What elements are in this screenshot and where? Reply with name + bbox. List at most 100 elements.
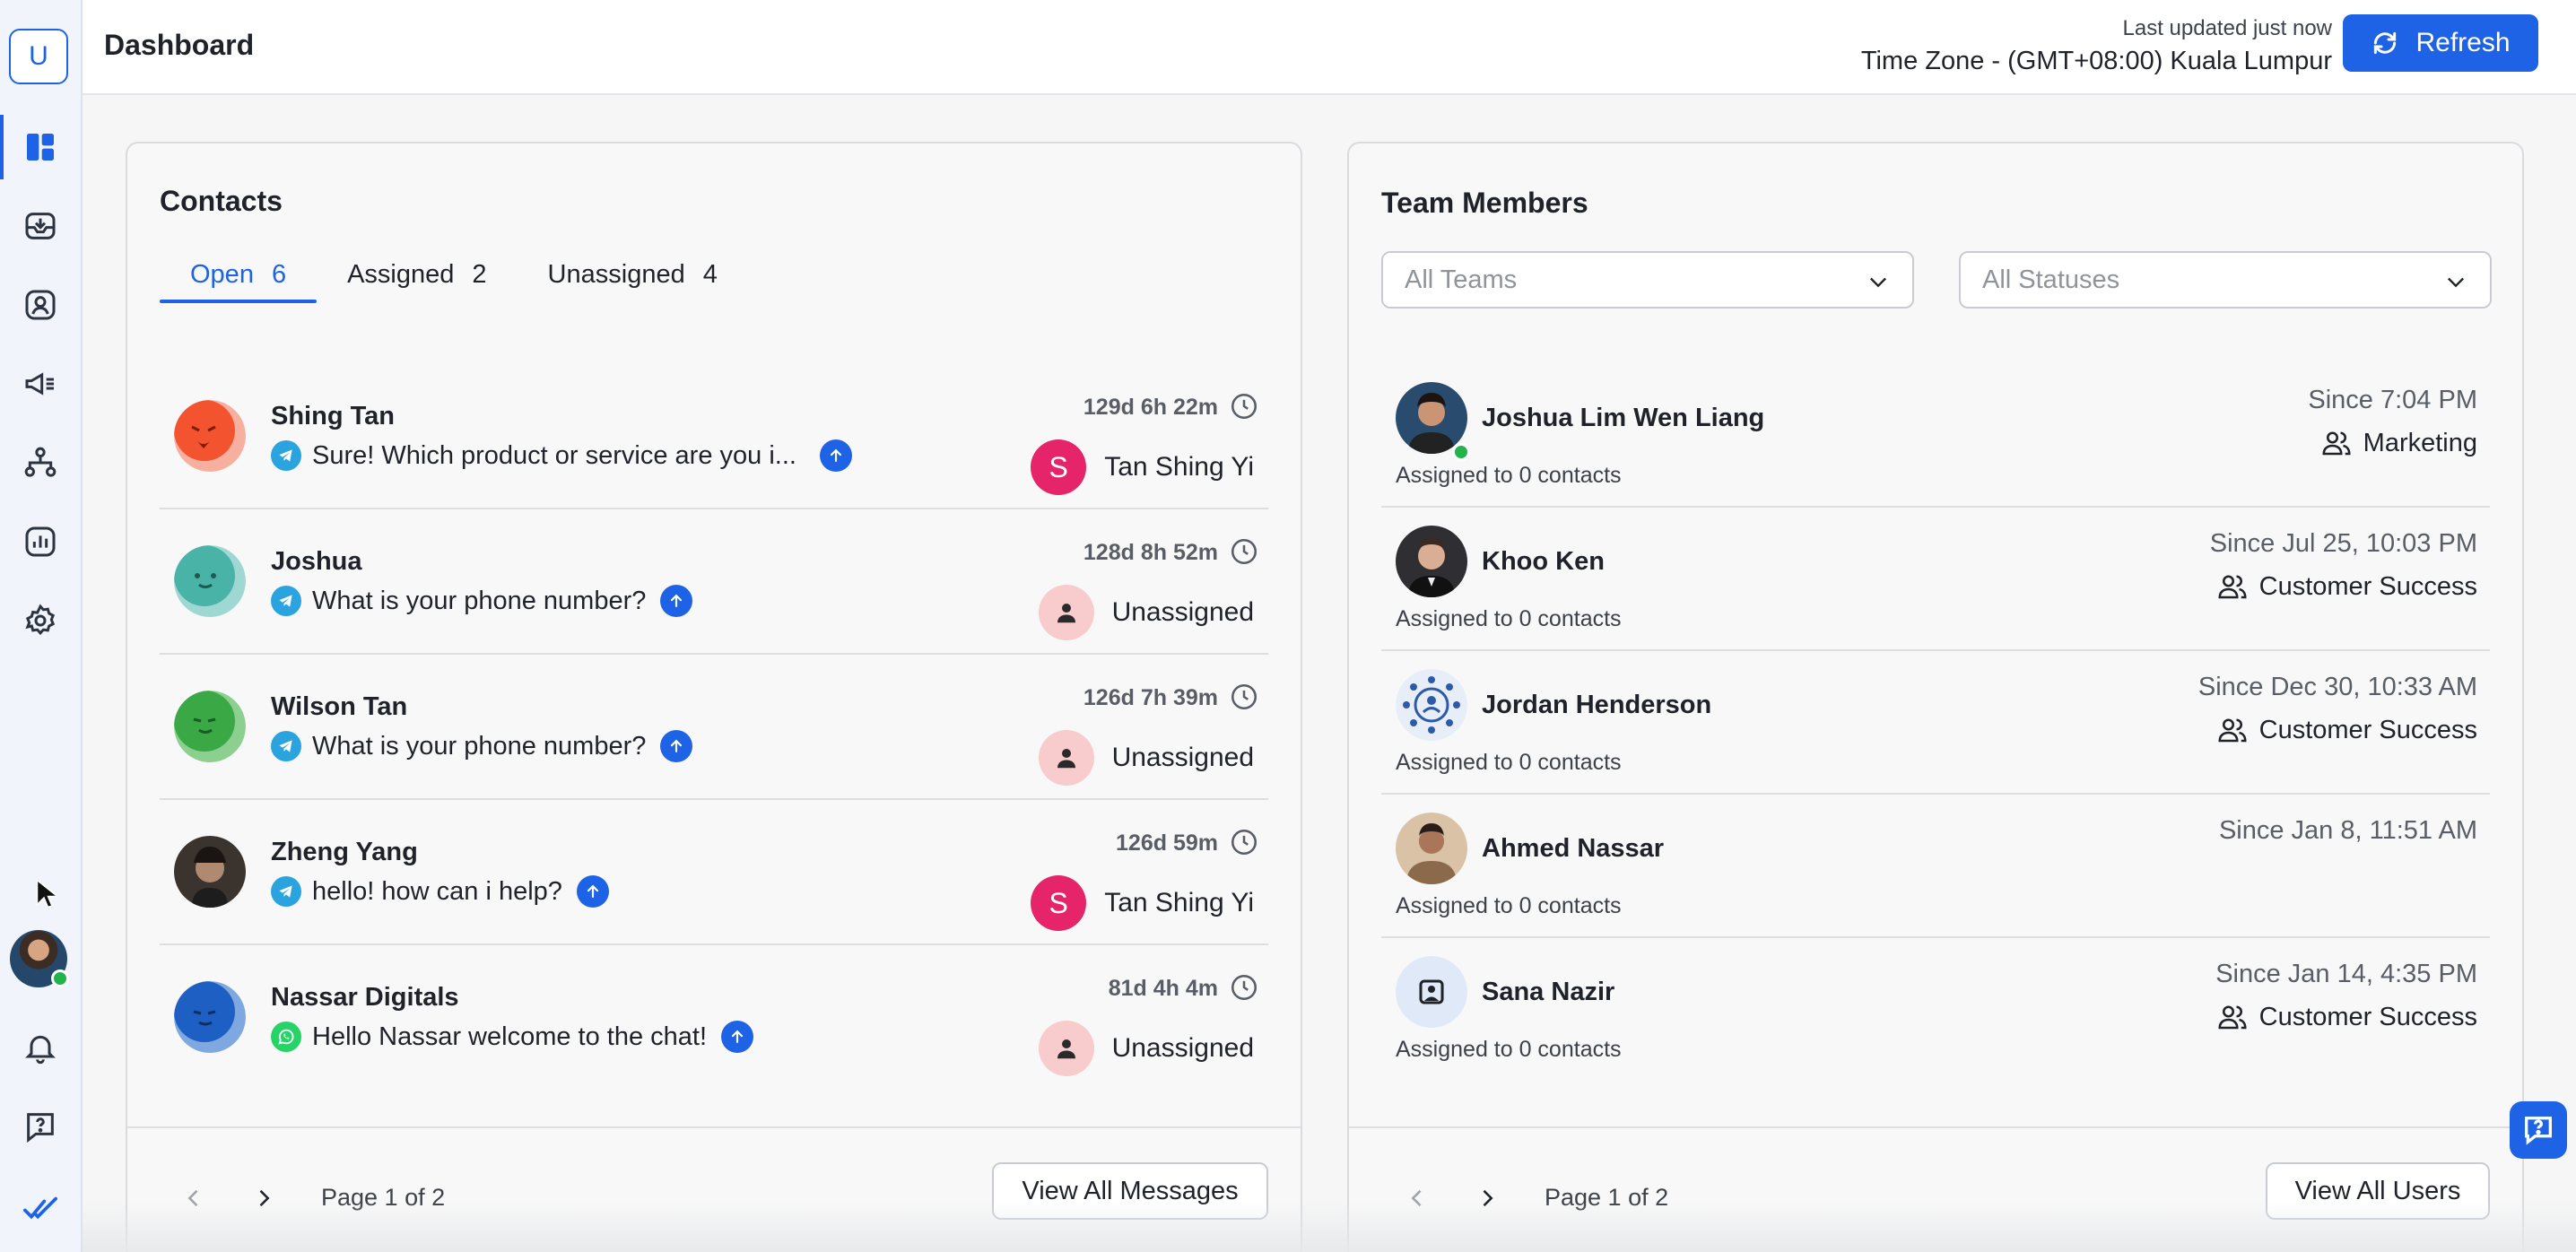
sidebar: U <box>0 0 83 1252</box>
chevron-down-icon <box>2448 277 2464 288</box>
clock-icon <box>1231 829 1258 856</box>
status-filter-value: All Statuses <box>1982 265 2120 294</box>
outgoing-arrow-icon <box>819 439 852 472</box>
team-members-card: Team Members All Teams All Statuses Josh… <box>1347 142 2524 1252</box>
tab-open-label: Open <box>190 260 254 289</box>
sidebar-item-workflows[interactable] <box>0 427 81 499</box>
reports-icon <box>25 526 56 557</box>
contact-assignee[interactable]: S Tan Shing Yi <box>1031 875 1254 931</box>
team-member-row[interactable]: Ahmed Nassar Assigned to 0 contacts Sinc… <box>1381 795 2490 938</box>
member-online-since: Since Jan 8, 11:51 AM <box>2218 816 2477 845</box>
sidebar-item-notifications[interactable] <box>0 1012 81 1083</box>
chevron-left-icon <box>187 1189 198 1207</box>
sidebar-item-help[interactable] <box>0 1091 81 1162</box>
sidebar-item-contacts[interactable] <box>0 269 81 341</box>
member-online-since: Since Dec 30, 10:33 AM <box>2197 673 2477 701</box>
contact-assignee[interactable]: S Tan Shing Yi <box>1031 439 1254 495</box>
assignee-name: Tan Shing Yi <box>1104 452 1254 482</box>
contact-assignee[interactable]: Unassigned <box>1038 730 1254 786</box>
online-status-dot <box>1452 443 1470 461</box>
online-status-dot <box>51 969 69 987</box>
member-team: Customer Success <box>2216 1001 2477 1033</box>
help-icon <box>27 1113 54 1143</box>
mouse-cursor-icon <box>36 879 57 909</box>
view-all-users-button[interactable]: View All Users <box>2266 1162 2490 1220</box>
team-filter-value: All Teams <box>1405 265 1518 294</box>
status-filter-select[interactable]: All Statuses <box>1959 251 2492 309</box>
sidebar-item-broadcast[interactable] <box>0 348 81 420</box>
sidebar-item-reports[interactable] <box>0 506 81 578</box>
contact-assignee[interactable]: Unassigned <box>1038 585 1254 640</box>
team-filter-select[interactable]: All Teams <box>1381 251 1914 309</box>
member-online-since: Since 7:04 PM <box>2308 386 2477 414</box>
sidebar-item-dashboard[interactable] <box>0 111 81 183</box>
contact-wait-time: 129d 6h 22m <box>1083 395 1218 420</box>
refresh-button[interactable]: Refresh <box>2343 14 2538 72</box>
contact-row[interactable]: Shing Tan Sure! Which product or service… <box>160 364 1268 509</box>
contact-assignee[interactable]: Unassigned <box>1038 1021 1254 1076</box>
unassigned-user-icon <box>1038 585 1094 640</box>
member-online-since: Since Jul 25, 10:03 PM <box>2209 529 2477 558</box>
member-name: Joshua Lim Wen Liang <box>1482 404 1765 432</box>
assignee-name: Unassigned <box>1111 743 1254 772</box>
contacts-title: Contacts <box>160 185 283 217</box>
team-member-row[interactable]: Joshua Lim Wen Liang Assigned to 0 conta… <box>1381 364 2490 508</box>
team-member-row[interactable]: Sana Nazir Assigned to 0 contacts Since … <box>1381 938 2490 1082</box>
workflow-icon <box>24 447 57 477</box>
team-icon <box>2322 431 2351 456</box>
outgoing-arrow-icon <box>576 875 609 908</box>
prev-page-button[interactable] <box>176 1180 212 1216</box>
contact-row[interactable]: Nassar Digitals Hello Nassar welcome to … <box>160 945 1268 1091</box>
prev-page-button[interactable] <box>1399 1180 1435 1216</box>
sidebar-item-settings[interactable] <box>0 585 81 656</box>
tab-unassigned[interactable]: Unassigned 4 <box>518 260 748 303</box>
member-name: Sana Nazir <box>1482 978 1615 1006</box>
member-assigned-count: Assigned to 0 contacts <box>1396 750 1622 775</box>
member-team: Customer Success <box>2216 714 2477 746</box>
help-chat-button[interactable] <box>2510 1101 2567 1159</box>
contact-avatar <box>174 981 246 1053</box>
contacts-card: Contacts Open 6 Assigned 2 Unassigned 4 Shi… <box>126 142 1302 1252</box>
contact-row[interactable]: Wilson Tan What is your phone number? 12… <box>160 655 1268 800</box>
team-member-row[interactable]: Khoo Ken Assigned to 0 contacts Since Ju… <box>1381 508 2490 651</box>
contact-wait-time: 81d 4h 4m <box>1108 976 1218 1001</box>
clock-icon <box>1231 974 1258 1001</box>
contact-name: Nassar Digitals <box>271 983 459 1012</box>
tab-assigned[interactable]: Assigned 2 <box>317 260 517 303</box>
page-title: Dashboard <box>104 29 255 61</box>
member-avatar <box>1396 813 1467 884</box>
contact-avatar <box>174 691 246 762</box>
tab-open-count: 6 <box>271 260 287 289</box>
brand-link[interactable] <box>0 1173 81 1245</box>
tab-assigned-count: 2 <box>472 260 487 289</box>
next-page-button[interactable] <box>1469 1180 1505 1216</box>
view-all-messages-button[interactable]: View All Messages <box>992 1162 1268 1220</box>
team-member-row[interactable]: Jordan Henderson Assigned to 0 contacts … <box>1381 651 2490 795</box>
outgoing-arrow-icon <box>660 585 693 617</box>
sidebar-item-inbox[interactable] <box>0 190 81 262</box>
contact-row[interactable]: Zheng Yang hello! how can i help? 126d 5… <box>160 800 1268 945</box>
workspace-logo[interactable]: U <box>9 29 68 84</box>
contact-avatar <box>174 400 246 472</box>
top-header: Dashboard Last updated just now Time Zon… <box>83 0 2576 95</box>
tab-open[interactable]: Open 6 <box>160 260 318 303</box>
team-member-list: Joshua Lim Wen Liang Assigned to 0 conta… <box>1381 364 2490 1082</box>
unassigned-user-icon <box>1038 1021 1094 1076</box>
contact-name: Joshua <box>271 547 362 576</box>
member-avatar <box>1396 956 1467 1028</box>
message-text: What is your phone number? <box>312 586 647 615</box>
message-text: hello! how can i help? <box>312 876 562 906</box>
contacts-tabs: Open 6 Assigned 2 Unassigned 4 <box>160 260 748 303</box>
refresh-icon <box>2374 31 2397 55</box>
team-page-indicator: Page 1 of 2 <box>1545 1184 1669 1211</box>
next-page-button[interactable] <box>246 1180 282 1216</box>
current-user-avatar[interactable] <box>10 930 69 987</box>
tab-assigned-label: Assigned <box>347 260 455 289</box>
contact-row[interactable]: Joshua What is your phone number? 128d 8… <box>160 509 1268 655</box>
contacts-icon <box>25 290 56 320</box>
chevron-right-icon <box>1483 1189 1493 1207</box>
member-avatar <box>1396 526 1467 597</box>
contact-list: Shing Tan Sure! Which product or service… <box>160 364 1268 1091</box>
member-online-since: Since Jan 14, 4:35 PM <box>2215 960 2477 988</box>
outgoing-arrow-icon <box>721 1021 754 1053</box>
